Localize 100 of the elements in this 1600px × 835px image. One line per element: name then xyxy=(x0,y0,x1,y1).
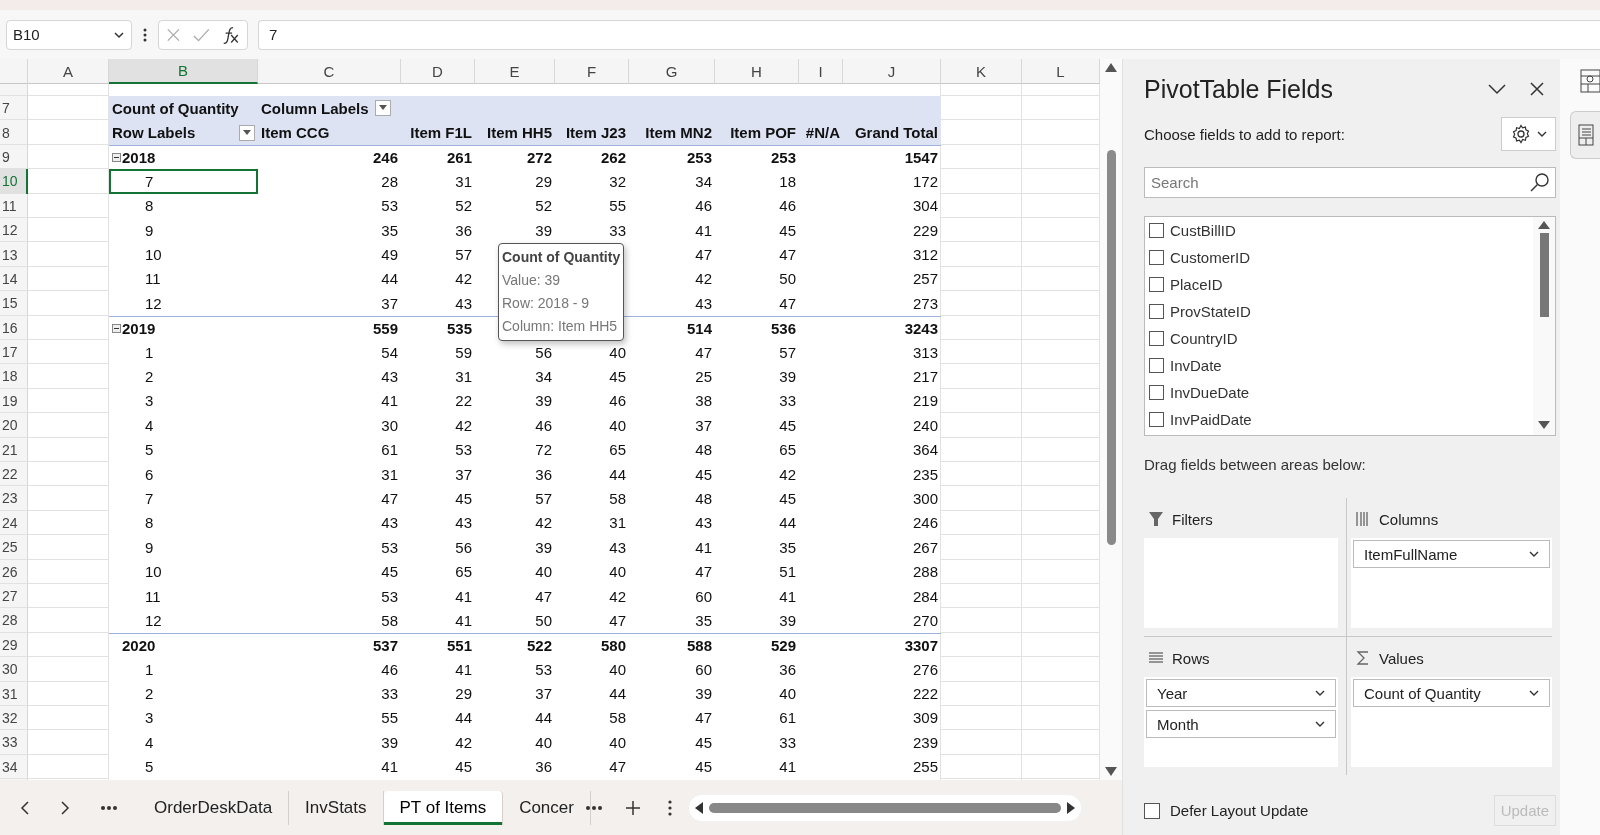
row-number[interactable]: 33 xyxy=(0,730,28,755)
row-number[interactable]: 20 xyxy=(0,413,28,438)
checkbox[interactable] xyxy=(1149,331,1164,346)
table-tool-button[interactable] xyxy=(1580,69,1600,93)
scrollbar-thumb[interactable] xyxy=(708,802,1061,813)
column-header[interactable]: F xyxy=(555,59,629,84)
row-number[interactable]: 11 xyxy=(0,193,28,218)
drop-area[interactable]: Count of Quantity xyxy=(1351,677,1552,767)
field-dropdown[interactable]: Count of Quantity xyxy=(1353,679,1550,707)
row-number[interactable]: 29 xyxy=(0,632,28,657)
row-number[interactable]: 28 xyxy=(0,608,28,633)
table-cell-text: 60 xyxy=(694,586,713,607)
row-number[interactable]: 10 xyxy=(0,169,28,194)
drop-area[interactable]: ItemFullName xyxy=(1351,538,1552,628)
row-number[interactable]: 12 xyxy=(0,217,28,243)
row-number[interactable]: 9 xyxy=(0,144,28,170)
checkbox[interactable] xyxy=(1149,385,1164,400)
filter-dropdown-button[interactable] xyxy=(239,124,255,141)
row-number[interactable]: 21 xyxy=(0,437,28,462)
field-label[interactable]: CountryID xyxy=(1170,330,1238,347)
row-number[interactable]: 30 xyxy=(0,657,28,682)
table-cell-text: 52 xyxy=(534,196,553,217)
field-label[interactable]: CustomerID xyxy=(1170,249,1251,266)
column-header[interactable]: K xyxy=(941,59,1022,84)
sheet-tab[interactable]: InvStats xyxy=(289,790,384,825)
table-cell-text: 51 xyxy=(778,562,797,583)
row-number[interactable]: 7 xyxy=(0,96,28,121)
row-number[interactable]: 31 xyxy=(0,681,28,706)
checkbox[interactable] xyxy=(1149,223,1164,238)
row-number[interactable]: 18 xyxy=(0,364,28,389)
column-header[interactable]: A xyxy=(28,59,109,84)
row-number[interactable]: 24 xyxy=(0,510,28,536)
row-number[interactable]: 13 xyxy=(0,242,28,267)
collapse-icon[interactable] xyxy=(112,323,121,333)
scroll-down-button[interactable] xyxy=(1105,767,1117,776)
row-number[interactable]: 14 xyxy=(0,266,28,292)
row-number[interactable]: 26 xyxy=(0,559,28,584)
checkbox[interactable] xyxy=(1144,802,1160,819)
row-number[interactable]: 32 xyxy=(0,705,28,731)
table-cell: Column Labels xyxy=(261,99,369,117)
table-cell-text: 267 xyxy=(911,537,939,558)
column-header[interactable]: B xyxy=(109,59,258,84)
name-box[interactable]: B10 xyxy=(6,19,132,50)
checkbox[interactable] xyxy=(1149,304,1164,319)
table-cell-text: 1 xyxy=(144,659,155,680)
row-number[interactable]: 8 xyxy=(0,120,28,145)
row-number[interactable]: 27 xyxy=(0,583,28,609)
field-label[interactable]: CustBillID xyxy=(1170,222,1236,239)
row-number[interactable]: 25 xyxy=(0,535,28,560)
column-header[interactable]: J xyxy=(843,59,941,84)
scroll-right-button[interactable] xyxy=(1066,801,1075,814)
table-cell-text: 40 xyxy=(608,732,627,753)
column-header[interactable]: C xyxy=(258,59,401,84)
sheet-tab[interactable]: PT of Items xyxy=(383,790,504,825)
table-cell: 559 xyxy=(258,315,401,340)
search-field[interactable]: Search xyxy=(1144,167,1556,198)
row-number[interactable]: 17 xyxy=(0,339,28,365)
column-header[interactable]: G xyxy=(629,59,715,84)
column-header[interactable]: H xyxy=(715,59,799,84)
drop-area[interactable]: Year Month xyxy=(1144,677,1338,767)
row-number[interactable]: 16 xyxy=(0,315,28,340)
field-dropdown[interactable]: Month xyxy=(1146,710,1336,738)
scrollbar-thumb[interactable] xyxy=(1539,233,1549,317)
table-cell-text: 47 xyxy=(778,293,797,314)
row-number[interactable]: 22 xyxy=(0,461,28,487)
checkbox[interactable] xyxy=(1149,358,1164,373)
table-cell-text: 18 xyxy=(778,171,797,192)
field-label[interactable]: PlaceID xyxy=(1170,276,1223,293)
row-number[interactable]: 23 xyxy=(0,486,28,511)
column-header[interactable]: I xyxy=(799,59,843,84)
formula-field[interactable]: 7 xyxy=(258,19,1600,50)
table-cell-text: 217 xyxy=(911,367,939,387)
scroll-left-button[interactable] xyxy=(694,801,703,814)
field-label[interactable]: ProvStateID xyxy=(1170,303,1251,320)
table-cell-text: 61 xyxy=(778,708,797,729)
sheet-tab[interactable]: OrderDeskData xyxy=(138,790,290,825)
field-list-button[interactable] xyxy=(1570,111,1600,159)
filter-dropdown-button[interactable] xyxy=(374,100,391,117)
column-header[interactable]: L xyxy=(1022,59,1100,84)
scroll-up-button[interactable] xyxy=(1105,63,1117,72)
column-header[interactable]: E xyxy=(475,59,555,84)
scroll-up-button[interactable] xyxy=(1538,221,1550,229)
row-number[interactable]: 15 xyxy=(0,291,28,316)
checkbox-label[interactable]: Defer Layout Update xyxy=(1170,802,1309,819)
column-header[interactable]: D xyxy=(401,59,475,84)
table-cell-text: 246 xyxy=(911,513,939,534)
checkbox[interactable] xyxy=(1149,412,1164,427)
checkbox[interactable] xyxy=(1149,277,1164,292)
field-label[interactable]: InvDueDate xyxy=(1170,384,1250,401)
field-label[interactable]: InvPaidDate xyxy=(1170,411,1252,428)
field-label[interactable]: InvDate xyxy=(1170,357,1222,374)
collapse-icon[interactable] xyxy=(112,152,121,162)
field-dropdown[interactable]: Year xyxy=(1146,679,1336,707)
row-number[interactable]: 34 xyxy=(0,754,28,779)
row-number[interactable]: 19 xyxy=(0,388,28,414)
settings-button[interactable] xyxy=(1501,117,1556,151)
scrollbar-thumb[interactable] xyxy=(1106,150,1116,545)
checkbox[interactable] xyxy=(1149,250,1164,265)
field-dropdown[interactable]: ItemFullName xyxy=(1353,540,1550,568)
table-cell: Item MN2 xyxy=(629,120,715,145)
